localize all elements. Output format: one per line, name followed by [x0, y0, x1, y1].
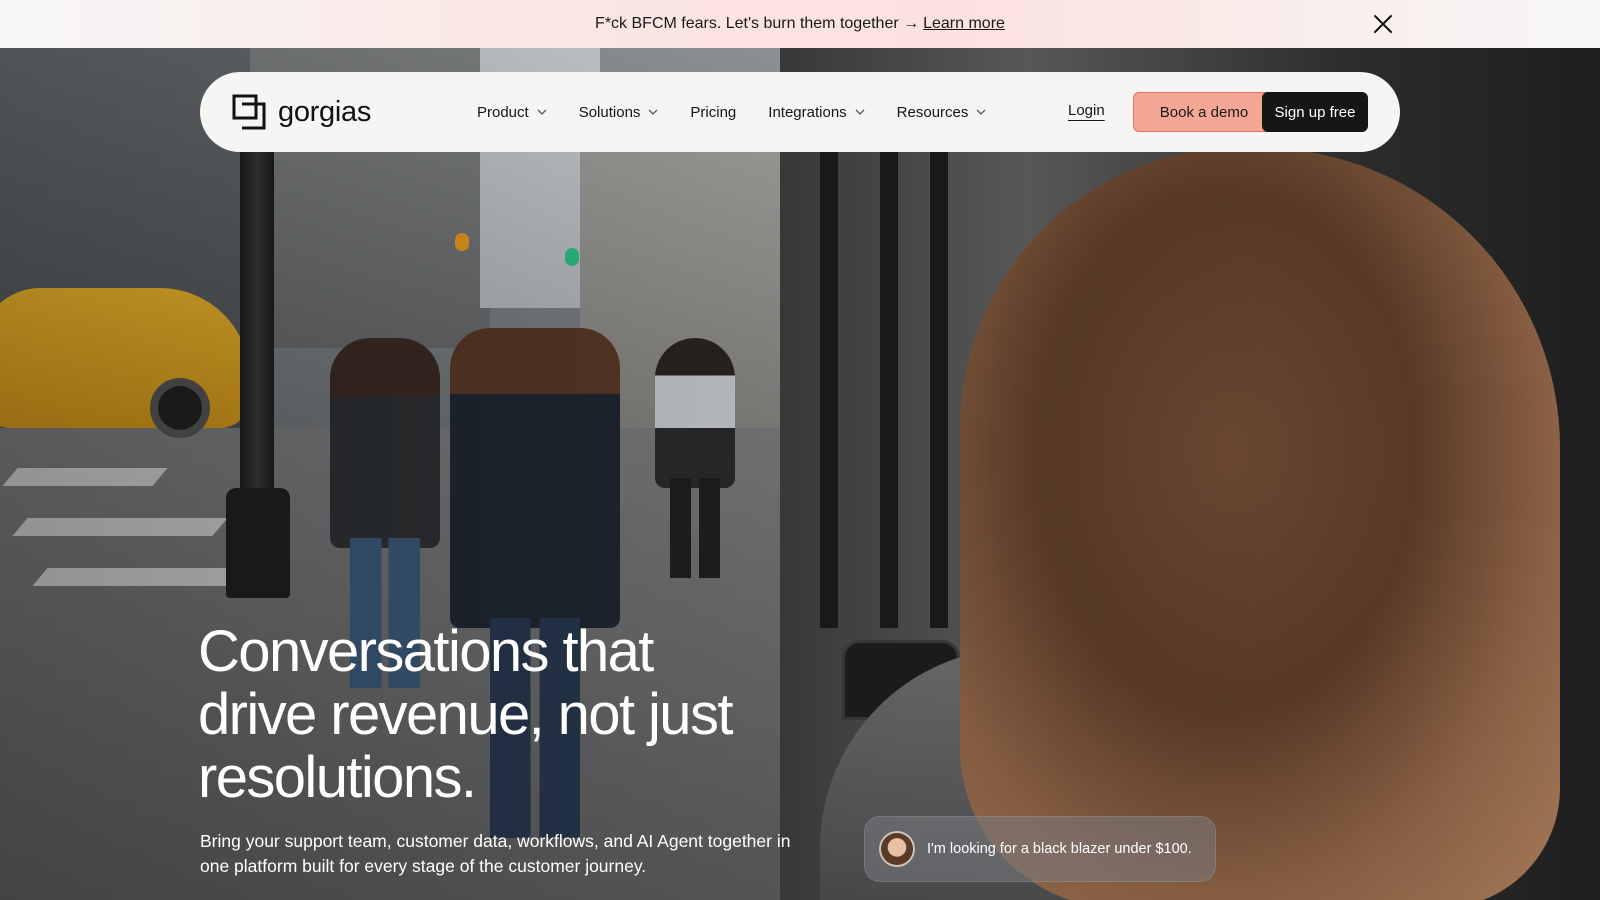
announcement-bar: F*ck BFCM fears. Let's burn them togethe…: [0, 0, 1600, 48]
sign-up-button[interactable]: Sign up free: [1262, 92, 1368, 132]
hero-headline-line: drive revenue, not just: [198, 682, 733, 747]
gorgias-logo[interactable]: gorgias: [232, 94, 371, 130]
hero-headline-line: resolutions.: [198, 745, 477, 810]
nav-item-label: Solutions: [578, 103, 641, 121]
nav-item-integrations[interactable]: Integrations: [768, 103, 865, 121]
announcement-text: F*ck BFCM fears. Let's burn them togethe…: [595, 15, 920, 32]
nav-item-label: Resources: [896, 103, 969, 121]
close-icon[interactable]: [1372, 13, 1394, 35]
book-demo-button[interactable]: Book a demo: [1133, 92, 1275, 132]
nav-item-solutions[interactable]: Solutions: [579, 104, 659, 121]
chevron-down-icon: [648, 109, 658, 115]
login-link[interactable]: Login: [1068, 102, 1105, 119]
nav-item-label: Product: [477, 103, 529, 121]
logo-wordmark: gorgias: [278, 95, 372, 128]
nav-item-label: Integrations: [768, 103, 847, 121]
hero-headline: Conversations that drive revenue, not ju…: [198, 620, 798, 809]
chat-message: I'm looking for a black blazer under $10…: [927, 841, 1192, 857]
chevron-down-icon: [855, 109, 865, 115]
chat-bubble: I'm looking for a black blazer under $10…: [864, 816, 1216, 882]
nav-item-product[interactable]: Product: [477, 104, 547, 121]
main-navigation: gorgias Product Solutions Pricing Integr…: [200, 72, 1400, 152]
nav-item-label: Pricing: [690, 103, 737, 121]
avatar: [879, 831, 915, 867]
hero-headline-line: Conversations that: [198, 619, 654, 684]
nav-item-pricing[interactable]: Pricing: [690, 104, 736, 121]
nav-menu: Product Solutions Pricing Integrations R…: [477, 72, 1018, 152]
gorgias-logo-icon: [232, 94, 266, 130]
chevron-down-icon: [537, 109, 547, 115]
hero-subtext: Bring your support team, customer data, …: [200, 831, 791, 876]
learn-more-link[interactable]: Learn more: [923, 15, 1005, 33]
nav-item-resources[interactable]: Resources: [897, 104, 987, 121]
chevron-down-icon: [976, 109, 986, 115]
